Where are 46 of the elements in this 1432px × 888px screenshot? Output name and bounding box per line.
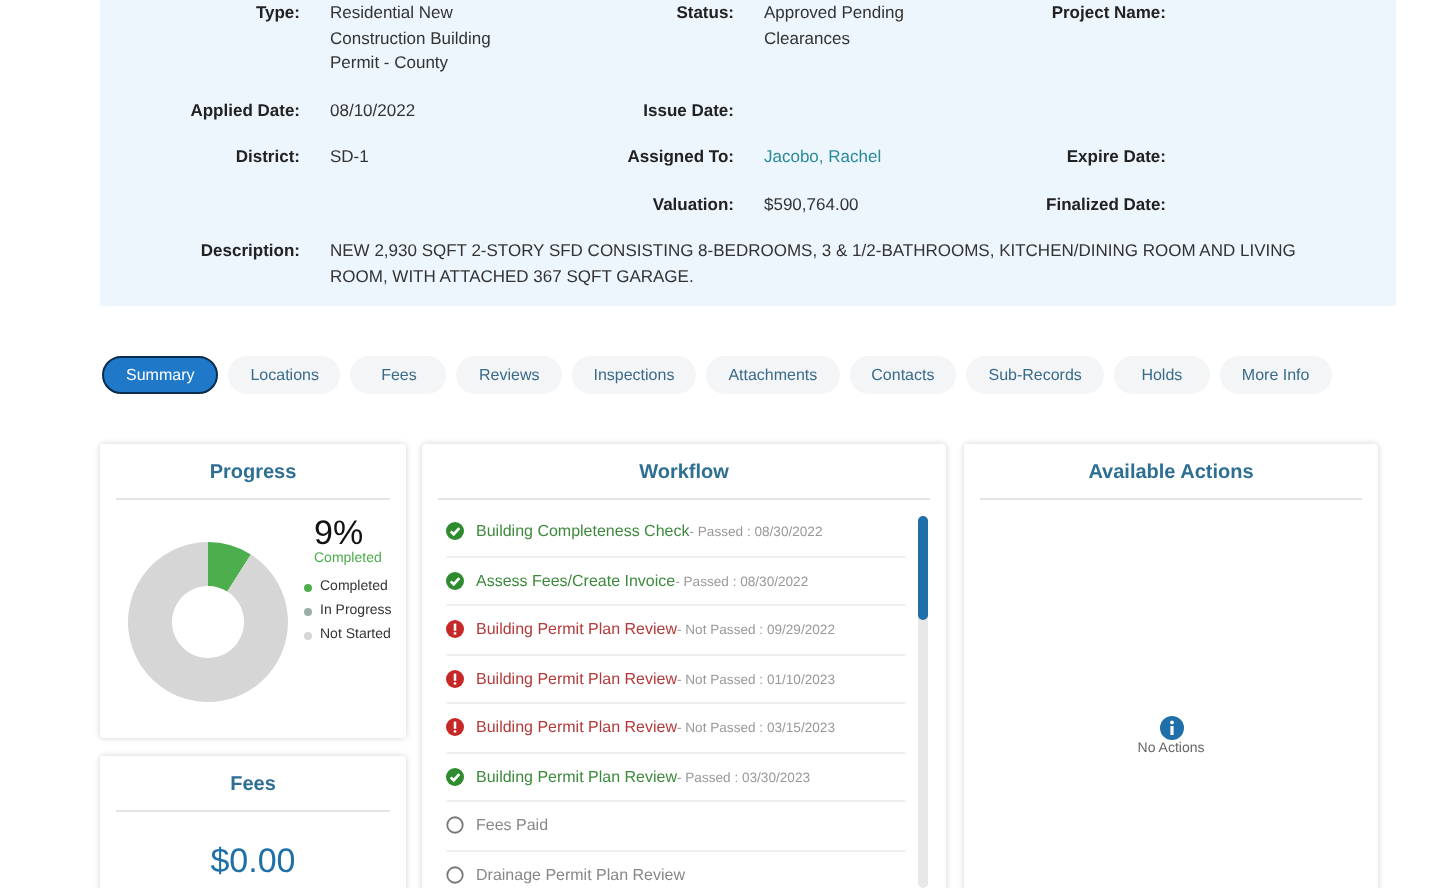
tab[interactable]: Contacts (849, 356, 957, 394)
field-value: SD-1 (330, 146, 369, 166)
field-label: Assigned To: (627, 146, 734, 166)
tab[interactable]: Locations (228, 356, 341, 394)
fees-amount: $0.00 (208, 840, 298, 882)
description-text: NEW 2,930 SQFT 2-STORY SFD CONSISTING 8-BEDROOMS, 3 & 1/2-BATHROOMS, KITCHEN/DINING ROOM AND LIVING ROOM, WITH ATTACHED 367 SQFT GARAGE. (330, 240, 1296, 285)
tab[interactable]: Reviews (456, 356, 562, 394)
field-value: 08/10/2022 (330, 99, 416, 119)
tab[interactable]: Inspections (571, 356, 697, 394)
alert-icon (446, 718, 464, 737)
tab[interactable]: Attachments (706, 356, 840, 394)
assignee-link[interactable]: Jacobo, Rachel (764, 146, 882, 166)
scrollbar[interactable] (918, 516, 928, 888)
tab[interactable]: More Info (1219, 356, 1332, 394)
card-title: Progress (116, 444, 390, 500)
card-title: Workflow (438, 444, 930, 500)
card-title: Fees (116, 756, 390, 812)
percent-value: 9% (312, 516, 364, 552)
check-icon (446, 522, 464, 541)
alert-icon (446, 669, 464, 688)
check-icon (446, 767, 464, 786)
empty-circle-icon (446, 816, 464, 835)
alert-icon (446, 620, 464, 639)
field-label: Type: (255, 2, 300, 22)
field-label: Description: (200, 240, 300, 260)
field-label: Status: (676, 2, 734, 22)
tab[interactable]: Summary (102, 356, 219, 394)
field-label: Issue Date: (643, 99, 734, 119)
tab[interactable]: Fees (350, 356, 447, 394)
workflow-step[interactable]: Drainage Permit Plan Review (476, 865, 685, 884)
field-value: $590,764.00 (764, 193, 859, 213)
field-label: Applied Date: (190, 99, 300, 119)
field-label: Finalized Date: (1046, 193, 1166, 213)
field-value: Residential New Construction Building Permit - County (330, 2, 491, 72)
info-icon (1159, 716, 1183, 740)
field-value: Approved Pending Clearances (764, 2, 904, 47)
card-title: Available Actions (980, 444, 1362, 500)
empty-circle-icon (446, 865, 464, 884)
tab[interactable]: Holds (1113, 356, 1210, 394)
field-label: Expire Date: (1066, 146, 1166, 166)
tab[interactable]: Sub-Records (966, 356, 1104, 394)
field-label: Valuation: (652, 193, 734, 213)
field-label: Project Name: (1051, 2, 1166, 22)
check-icon (446, 571, 464, 590)
workflow-step[interactable]: Fees Paid (476, 816, 549, 835)
field-label: District: (235, 146, 300, 166)
